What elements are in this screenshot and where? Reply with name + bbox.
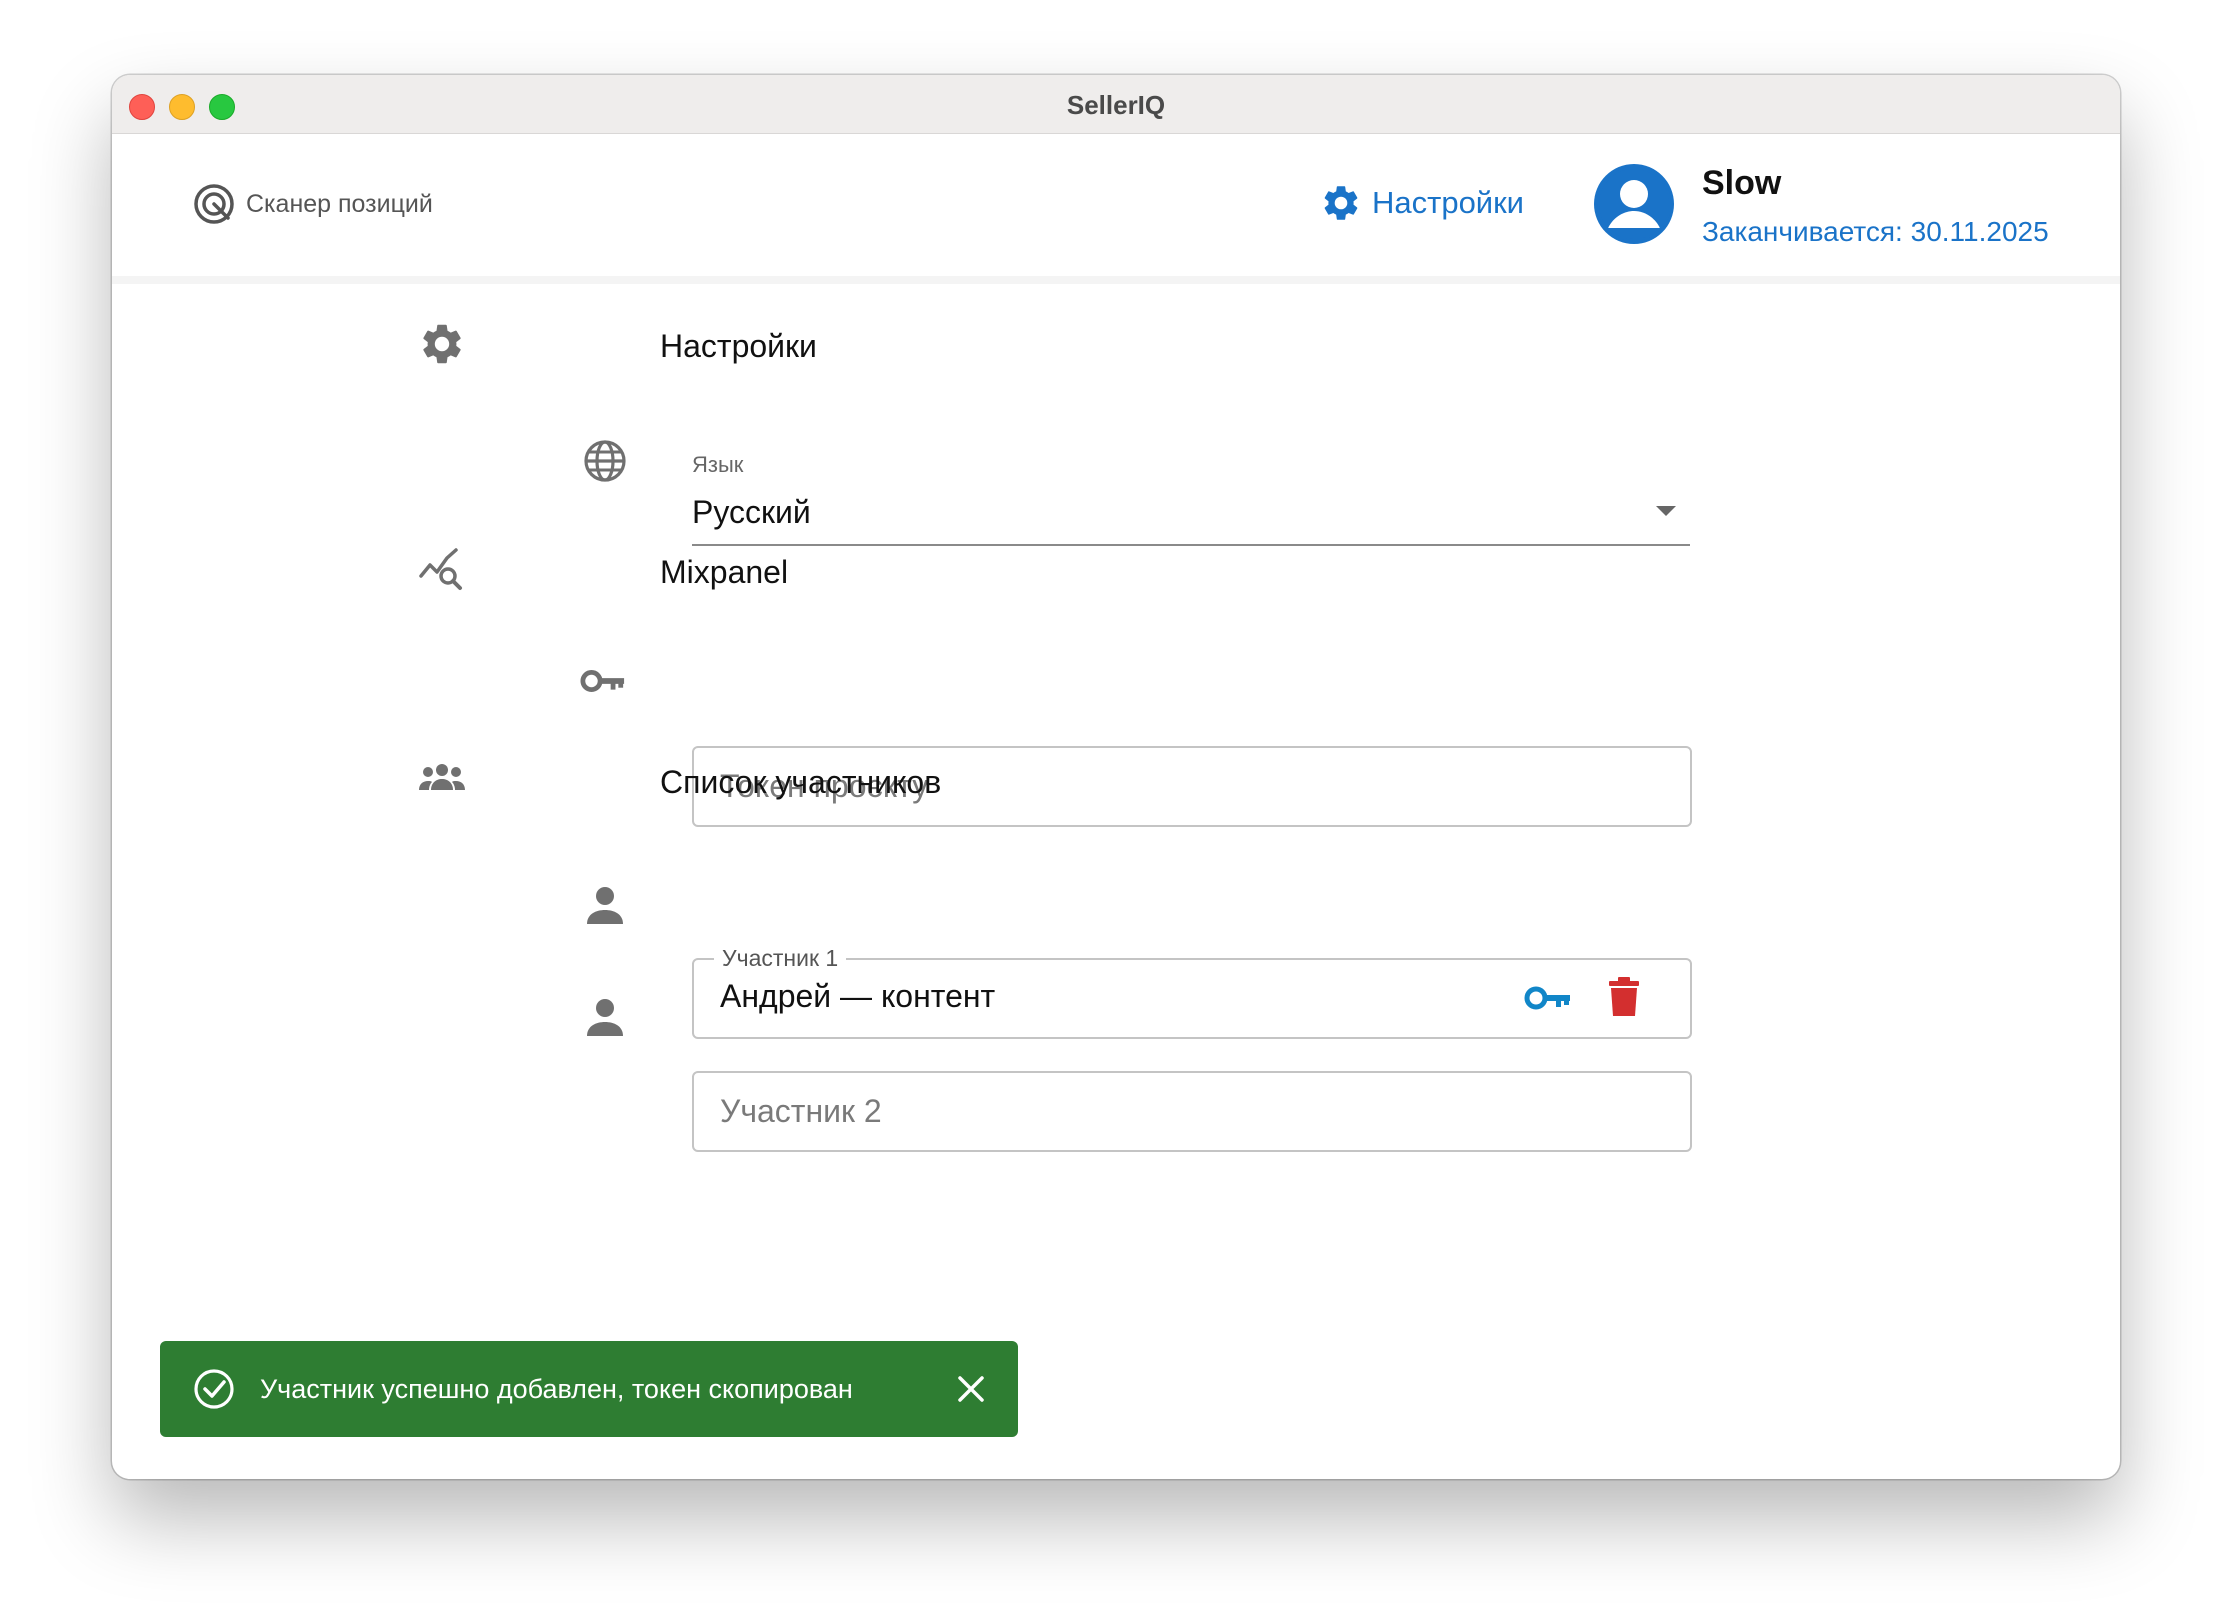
nav-scanner-link[interactable]: Сканер позиций: [192, 182, 433, 226]
member-2-field[interactable]: [692, 1071, 1692, 1152]
user-name: Slow: [1702, 164, 1782, 202]
language-label: Язык: [692, 452, 744, 477]
toast-message: Участник успешно добавлен, токен скопиро…: [260, 1373, 853, 1404]
person-icon: [587, 999, 623, 1036]
section-title-settings: Настройки: [660, 328, 817, 364]
globe-icon: [584, 440, 626, 482]
chevron-down-icon: [1656, 506, 1676, 516]
gear-icon: [423, 324, 461, 364]
member-1-field[interactable]: Участник 1 Андрей — контент: [692, 942, 1692, 1039]
member-2-input[interactable]: [720, 1073, 1420, 1150]
language-value: Русский: [692, 494, 811, 530]
nav-settings-link[interactable]: Настройки: [1320, 182, 1524, 224]
success-toast: Участник успешно добавлен, токен скопиро…: [160, 1341, 1018, 1437]
group-icon: [419, 764, 465, 790]
close-icon[interactable]: [954, 1372, 988, 1406]
person-icon: [587, 887, 623, 924]
member-1-value[interactable]: Андрей — контент: [720, 978, 995, 1015]
trash-icon[interactable]: [1606, 976, 1642, 1018]
member-1-legend: Участник 1: [714, 942, 847, 974]
subscription-expiry: Заканчивается: 30.11.2025: [1702, 216, 2049, 247]
app-header: Сканер позиций Настройки Slow Заканчивае…: [112, 134, 2120, 284]
language-select[interactable]: Язык Русский: [692, 444, 1690, 546]
key-icon: [580, 669, 625, 693]
avatar-icon[interactable]: [1594, 164, 1674, 244]
settings-gear-icon: [1324, 186, 1358, 220]
app-window: SellerIQ Сканер позиций Настройки Slow З…: [112, 75, 2120, 1479]
nav-scanner-label: Сканер позиций: [246, 189, 433, 218]
scanner-icon: [194, 184, 234, 224]
title-bar: SellerIQ: [112, 75, 2120, 134]
window-title: SellerIQ: [1066, 90, 1166, 120]
check-circle-icon: [194, 1369, 234, 1409]
nav-settings-label: Настройки: [1372, 185, 1525, 220]
analytics-icon: [419, 548, 462, 590]
section-title-mixpanel: Mixpanel: [660, 554, 789, 590]
copy-key-icon[interactable]: [1524, 978, 1572, 1018]
section-title-members: Список участников: [660, 764, 942, 800]
settings-page: Настройки Язык Русский Mixpanel Токен пр…: [112, 284, 2120, 1479]
